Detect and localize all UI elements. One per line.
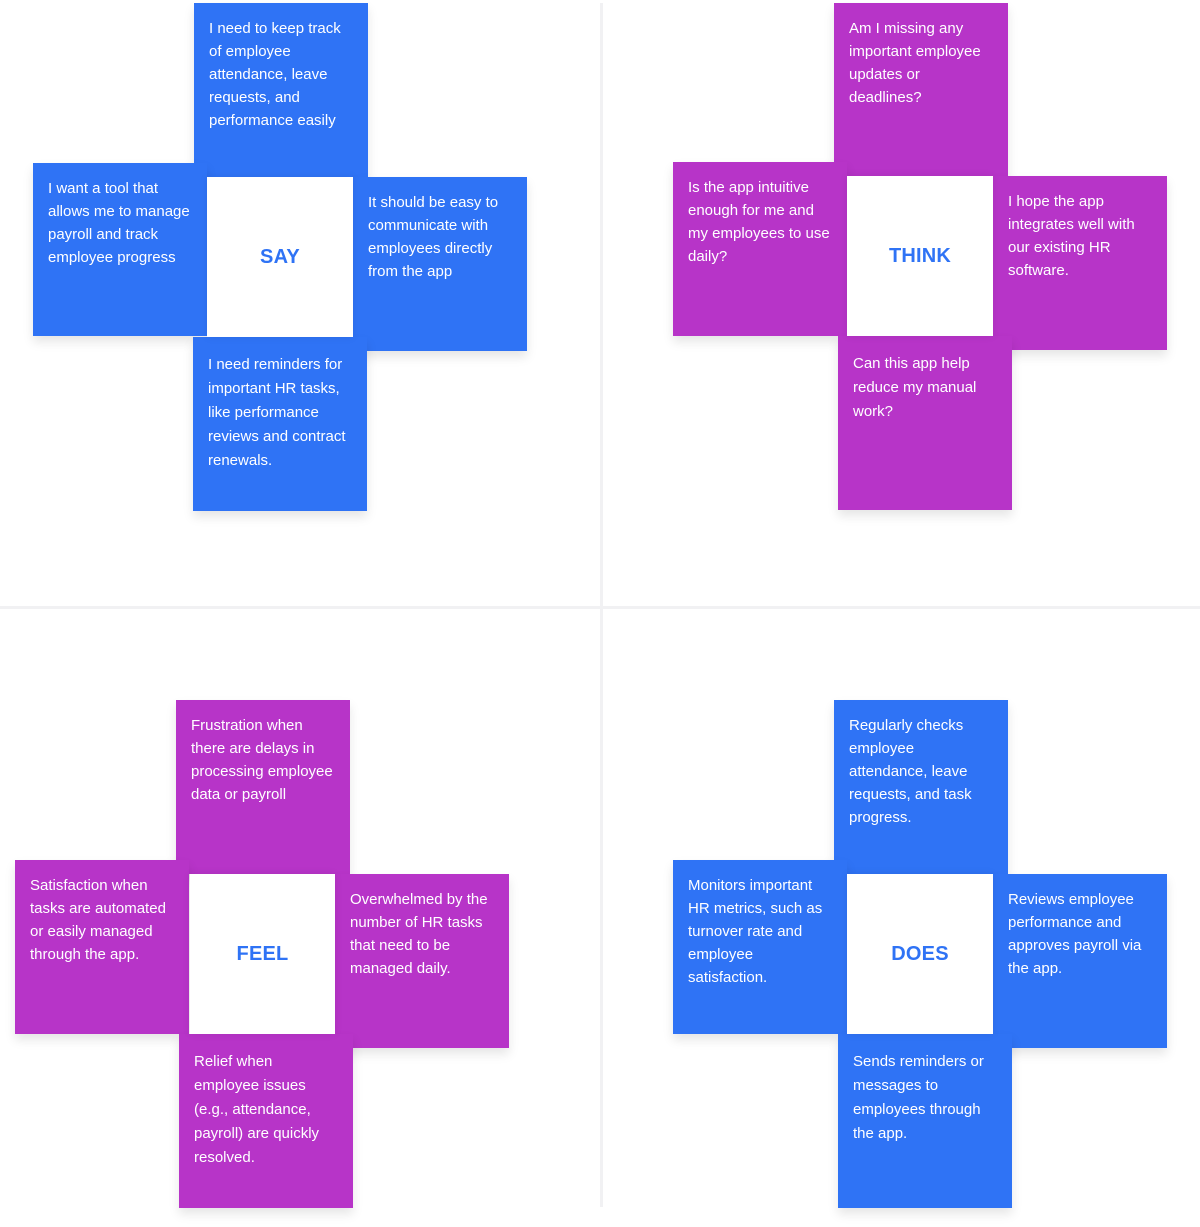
feel-note-top[interactable]: Frustration when there are delays in pro…: [176, 700, 350, 874]
think-note-top[interactable]: Am I missing any important employee upda…: [834, 3, 1008, 176]
feel-note-right[interactable]: Overwhelmed by the number of HR tasks th…: [335, 874, 509, 1048]
think-note-bottom[interactable]: Can this app help reduce my manual work?: [838, 336, 1012, 510]
quadrant-divider-horizontal: [0, 606, 1200, 609]
say-center-box: SAY: [207, 177, 353, 337]
say-note-bottom[interactable]: I need reminders for important HR tasks,…: [193, 337, 367, 511]
feel-note-left[interactable]: Satisfaction when tasks are automated or…: [15, 860, 189, 1034]
does-note-left[interactable]: Monitors important HR metrics, such as t…: [673, 860, 847, 1034]
feel-center-box: FEEL: [190, 874, 335, 1034]
does-note-top[interactable]: Regularly checks employee attendance, le…: [834, 700, 1008, 874]
does-center-box: DOES: [847, 874, 993, 1034]
does-note-bottom[interactable]: Sends reminders or messages to employees…: [838, 1034, 1012, 1208]
think-note-left[interactable]: Is the app intuitive enough for me and m…: [673, 162, 847, 336]
say-label: SAY: [260, 245, 300, 268]
think-note-right[interactable]: I hope the app integrates well with our …: [993, 176, 1167, 350]
say-note-right[interactable]: It should be easy to communicate with em…: [353, 177, 527, 351]
say-note-top[interactable]: I need to keep track of employee attenda…: [194, 3, 368, 177]
does-label: DOES: [891, 942, 949, 965]
think-center-box: THINK: [847, 176, 993, 336]
feel-note-bottom[interactable]: Relief when employee issues (e.g., atten…: [179, 1034, 353, 1208]
quadrant-divider-vertical: [600, 3, 603, 1207]
say-note-left[interactable]: I want a tool that allows me to manage p…: [33, 163, 207, 336]
does-note-right[interactable]: Reviews employee performance and approve…: [993, 874, 1167, 1048]
think-label: THINK: [888, 244, 952, 267]
feel-label: FEEL: [236, 942, 289, 965]
